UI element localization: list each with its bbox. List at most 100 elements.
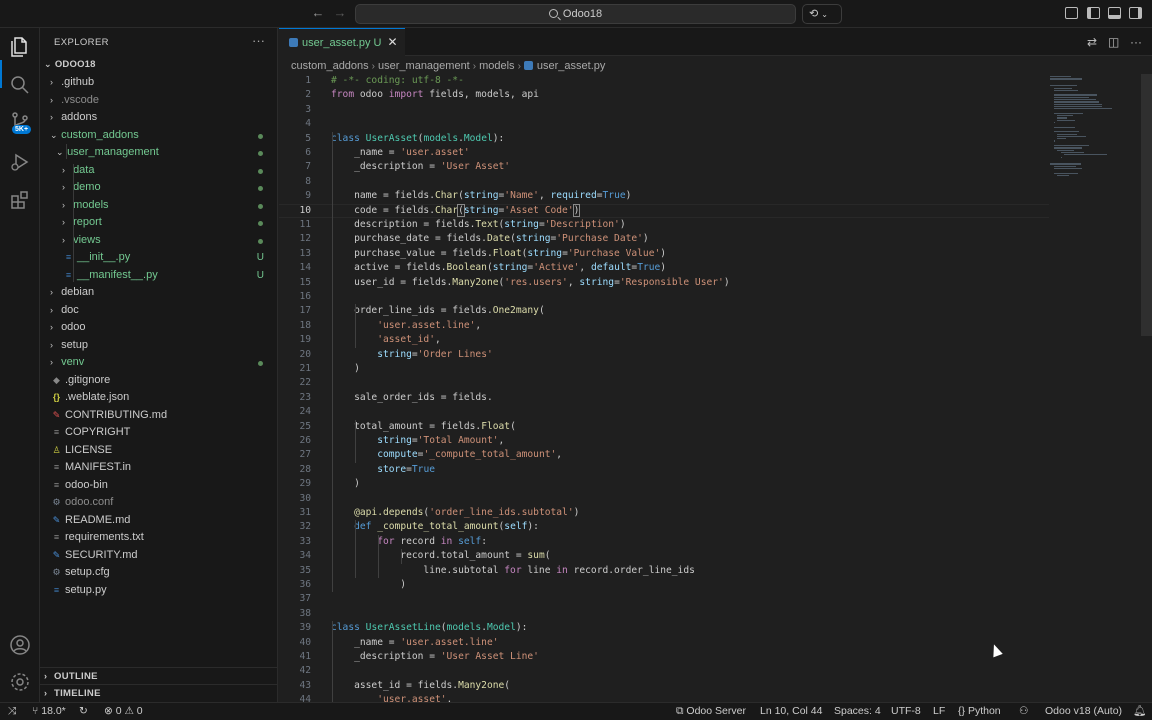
tab-user-asset-py[interactable]: user_asset.py U ✕ [279,28,405,56]
code-line[interactable]: 31 @api.depends('order_line_ids.subtotal… [279,506,1049,520]
server-status[interactable]: ⧉ Odoo Server [676,703,746,720]
file-item[interactable]: ✎ CONTRIBUTING.md [40,407,278,425]
file-item[interactable]: ≡ requirements.txt [40,529,278,547]
code-line[interactable]: 24 [279,405,1049,419]
folder-item[interactable]: › venv [40,354,278,372]
explorer-icon[interactable] [8,35,32,59]
code-line[interactable]: 27 compute='_compute_total_amount', [279,448,1049,462]
customize-layout-icon[interactable] [1065,7,1078,19]
outline-section[interactable]: › OUTLINE [40,667,278,684]
code-line[interactable]: 20 string='Order Lines' [279,348,1049,362]
code-line[interactable]: 14 active = fields.Boolean(string='Activ… [279,261,1049,275]
file-item[interactable]: ⚙ setup.cfg [40,564,278,582]
code-line[interactable]: 43 asset_id = fields.Many2one( [279,679,1049,693]
timeline-section[interactable]: › TIMELINE [40,684,278,701]
folder-item[interactable]: › setup [40,337,278,355]
language-mode[interactable]: {} Python [958,703,1001,720]
run-debug-icon[interactable] [8,150,32,174]
file-item[interactable]: {} .weblate.json [40,389,278,407]
toggle-primary-sidebar-icon[interactable] [1087,7,1100,19]
code-line[interactable]: 13 purchase_value = fields.Float(string=… [279,247,1049,261]
folder-item[interactable]: › addons [40,109,278,127]
minimap[interactable] [1048,74,1140,194]
code-line[interactable]: 22 [279,376,1049,390]
problems-indicator[interactable]: ⊗ 0 ⚠ 0 [104,703,143,720]
code-line[interactable]: 8 [279,175,1049,189]
code-line[interactable]: 33 for record in self: [279,535,1049,549]
forward-arrow-icon[interactable]: → [331,5,349,20]
code-line[interactable]: 36 ) [279,578,1049,592]
code-line[interactable]: 17 order_line_ids = fields.One2many( [279,304,1049,318]
copilot-status-icon[interactable]: ⚇ [1019,703,1028,720]
code-line[interactable]: 4 [279,117,1049,131]
file-item[interactable]: ≡ __manifest__.py U [40,267,278,285]
copilot-button[interactable]: ⟲ ⌄ [802,4,842,24]
breadcrumb-item-user-management[interactable]: user_management [378,60,470,72]
split-editor-icon[interactable]: ◫ [1108,35,1119,49]
code-line[interactable]: 18 'user.asset.line', [279,319,1049,333]
code-line[interactable]: 21 ) [279,362,1049,376]
search-icon[interactable] [8,73,32,97]
code-line[interactable]: 30 [279,492,1049,506]
code-editor[interactable]: 1 # -*- coding: utf-8 -*- 2 from odoo impor… [279,74,1152,702]
remote-icon[interactable]: ⤨ [8,703,16,720]
code-line[interactable]: 34 record.total_amount = sum( [279,549,1049,563]
code-line[interactable]: 38 [279,607,1049,621]
code-line[interactable]: 37 [279,592,1049,606]
workspace-root[interactable]: ⌄ ODOO18 [40,56,278,74]
file-item[interactable]: ≡ COPYRIGHT [40,424,278,442]
code-line[interactable]: 28 store=True [279,463,1049,477]
folder-item[interactable]: › views [40,232,278,250]
toggle-secondary-sidebar-icon[interactable] [1129,7,1142,19]
code-line[interactable]: 3 [279,103,1049,117]
folder-item[interactable]: › models [40,197,278,215]
folder-item[interactable]: › doc [40,302,278,320]
code-line[interactable]: 41 _description = 'User Asset Line' [279,650,1049,664]
folder-item[interactable]: › odoo [40,319,278,337]
code-line[interactable]: 25 total_amount = fields.Float( [279,420,1049,434]
extensions-icon[interactable] [8,188,32,212]
folder-item[interactable]: › .vscode [40,92,278,110]
folder-item[interactable]: › report [40,214,278,232]
compare-changes-icon[interactable]: ⇄ [1087,35,1097,49]
code-line[interactable]: 16 [279,290,1049,304]
code-line[interactable]: 9 name = fields.Char(string='Name', requ… [279,189,1049,203]
code-line[interactable]: 39 class UserAssetLine(models.Model): [279,621,1049,635]
folder-item[interactable]: ⌄ user_management [40,144,278,162]
code-line[interactable]: 12 purchase_date = fields.Date(string='P… [279,232,1049,246]
file-item[interactable]: ≡ MANIFEST.in [40,459,278,477]
toggle-panel-icon[interactable] [1108,7,1121,19]
code-line[interactable]: 15 user_id = fields.Many2one('res.users'… [279,276,1049,290]
interpreter[interactable]: Odoo v18 (Auto) [1045,703,1122,720]
breadcrumb-item-custom-addons[interactable]: custom_addons [291,60,369,72]
code-line[interactable]: 1 # -*- coding: utf-8 -*- [279,74,1049,88]
code-line[interactable]: 11 description = fields.Text(string='Des… [279,218,1049,232]
manage-gear-icon[interactable] [8,670,32,694]
code-line[interactable]: 10 code = fields.Char(string='Asset Code… [279,203,1049,218]
indentation[interactable]: Spaces: 4 [834,703,881,720]
python-version[interactable]: ⑂ 18.0* [32,703,66,720]
folder-item[interactable]: › demo [40,179,278,197]
end-of-line[interactable]: LF [933,703,945,720]
vertical-scrollbar[interactable] [1141,74,1152,336]
code-line[interactable]: 23 sale_order_ids = fields. [279,391,1049,405]
code-line[interactable]: 35 line.subtotal for line in record.orde… [279,564,1049,578]
code-line[interactable]: 6 _name = 'user.asset' [279,146,1049,160]
notifications-bell-icon[interactable]: 🔔︎ [1133,703,1146,720]
folder-item[interactable]: › data [40,162,278,180]
code-line[interactable]: 29 ) [279,477,1049,491]
file-item[interactable]: ♙ LICENSE [40,442,278,460]
file-item[interactable]: ◆ .gitignore [40,372,278,390]
chevron-down-icon[interactable]: ⌄ [821,10,828,19]
folder-item[interactable]: ⌄ custom_addons [40,127,278,145]
file-item[interactable]: ≡ __init__.py U [40,249,278,267]
folder-item[interactable]: › debian [40,284,278,302]
code-line[interactable]: 7 _description = 'User Asset' [279,160,1049,174]
account-icon[interactable] [8,633,32,657]
more-actions-icon[interactable]: ··· [1130,35,1142,49]
code-line[interactable]: 26 string='Total Amount', [279,434,1049,448]
folder-item[interactable]: › .github [40,74,278,92]
back-arrow-icon[interactable]: ← [309,5,327,20]
file-item[interactable]: ✎ SECURITY.md [40,547,278,565]
file-item[interactable]: ≡ odoo-bin [40,477,278,495]
